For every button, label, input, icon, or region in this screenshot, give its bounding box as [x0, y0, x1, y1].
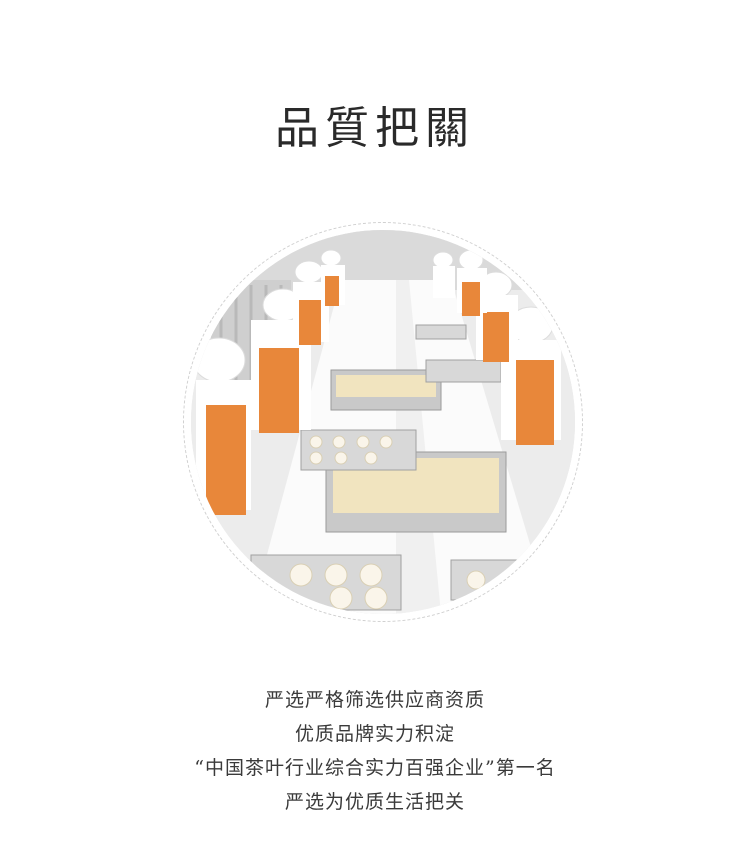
- copy-line-4: 严选为优质生活把关: [284, 791, 465, 813]
- production-line-illustration: [191, 230, 575, 614]
- copy-line-1: 严选严格筛选供应商资质: [264, 689, 485, 711]
- description-block: 严选严格筛选供应商资质 优质品牌实力积淀 “中国茶叶行业综合实力百强企业”第一名…: [0, 683, 750, 819]
- production-line-photo: [191, 230, 575, 614]
- copy-line-2: 优质品牌实力积淀: [294, 723, 455, 745]
- copy-line-3: “中国茶叶行业综合实力百强企业”第一名: [194, 757, 556, 779]
- page-title: 品質把關: [275, 103, 475, 154]
